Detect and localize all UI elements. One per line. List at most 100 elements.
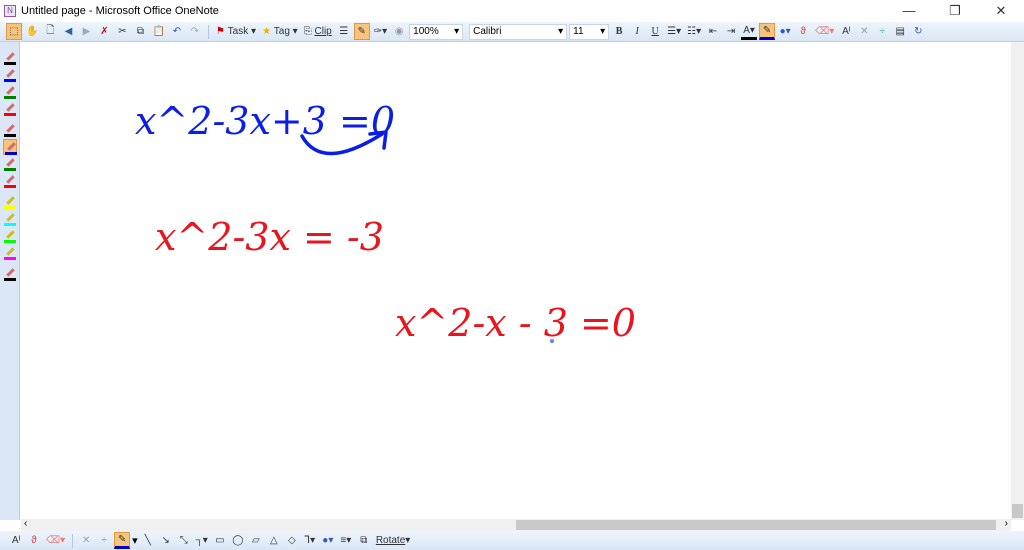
new-page-icon[interactable]: 🗋 — [42, 23, 58, 40]
font-size-select[interactable]: 11 ▾ — [569, 23, 610, 40]
lasso-icon[interactable]: ϑ — [795, 23, 811, 40]
double-arrow-icon[interactable]: ⤡ — [176, 532, 192, 549]
pan-icon[interactable]: ✋ — [24, 23, 40, 40]
vertical-scrollbar[interactable] — [1011, 42, 1024, 520]
bold-button[interactable]: B — [611, 23, 627, 40]
scroll-right-icon[interactable]: › — [1005, 518, 1008, 529]
pen-icon[interactable]: ✎ — [114, 532, 131, 549]
color-bar — [5, 152, 17, 155]
clip-icon: ⎘ — [303, 26, 312, 37]
diamond-icon[interactable]: ◇ — [284, 532, 300, 549]
restore-button[interactable]: ❐ — [932, 0, 978, 22]
minimize-button[interactable]: — — [886, 0, 932, 22]
onenote-icon: N — [4, 5, 16, 17]
back-icon[interactable]: ◀ — [60, 23, 76, 40]
color-icon[interactable]: ●▾ — [320, 532, 336, 549]
scroll-left-icon[interactable]: ‹ — [24, 518, 27, 529]
select-tool-icon[interactable]: ⬚ — [6, 23, 22, 40]
delete-icon[interactable]: ✕ — [78, 532, 94, 549]
highlighter-swatch[interactable] — [3, 245, 17, 261]
horizontal-scrollbar[interactable]: ‹ › — [21, 518, 1011, 531]
horizontal-scroll-thumb[interactable] — [516, 520, 996, 530]
increase-indent-icon[interactable]: ⇥ — [723, 23, 739, 40]
copy-icon[interactable]: ⧉ — [132, 23, 148, 40]
tag-button[interactable]: ★ Tag ▾ — [260, 23, 300, 40]
rotate-icon[interactable]: ↻ — [910, 23, 926, 40]
redo-icon[interactable]: ↷ — [187, 23, 203, 40]
audio-icon[interactable]: ◉ — [391, 23, 407, 40]
highlighter-swatch[interactable] — [3, 194, 17, 210]
font-color-icon[interactable]: A▾ — [741, 23, 758, 40]
color-bar — [4, 185, 16, 188]
color-bar — [4, 206, 16, 209]
arrow-icon[interactable]: ↘ — [158, 532, 174, 549]
numbering-icon[interactable]: ☷▾ — [685, 23, 703, 40]
line-icon[interactable]: ╲ — [140, 532, 156, 549]
highlighter-swatch[interactable] — [3, 228, 17, 244]
pen-icon — [6, 175, 15, 184]
undo-icon[interactable]: ↶ — [169, 23, 185, 40]
pen-swatch[interactable] — [3, 156, 17, 172]
pen-swatch[interactable] — [3, 84, 17, 100]
forward-icon[interactable]: ▶ — [78, 23, 94, 40]
pen-color-icon[interactable]: ✎ — [759, 23, 776, 40]
task-label: Task — [227, 26, 249, 37]
pen-swatch[interactable] — [3, 266, 17, 282]
color-icon[interactable]: ●▾ — [777, 23, 793, 40]
triangle-icon[interactable]: △ — [266, 532, 282, 549]
pen-swatch[interactable] — [3, 122, 17, 138]
note-canvas[interactable]: x^2-3x+3 =0 x^2-3x = -3 x^2-x - 3 =0 — [21, 42, 1011, 518]
font-select[interactable]: Calibri ▾ — [469, 23, 568, 40]
font-value: Calibri — [473, 26, 502, 37]
close-button[interactable]: ✕ — [978, 0, 1024, 22]
underline-button[interactable]: U — [647, 23, 663, 40]
ink-line-2: x^2-3x = -3 — [155, 215, 384, 259]
parallelogram-icon[interactable]: ▱ — [248, 532, 264, 549]
rectangle-icon[interactable]: ▭ — [212, 532, 228, 549]
pen-swatch[interactable] — [3, 101, 17, 117]
page-list-icon[interactable]: ☰ — [336, 23, 352, 40]
pen-swatch[interactable] — [3, 173, 17, 189]
italic-button[interactable]: I — [629, 23, 645, 40]
clip-button[interactable]: ⎘ Clip — [302, 23, 334, 40]
rotate-label: Rotate — [375, 535, 406, 546]
view-icon[interactable]: ▤ — [892, 23, 908, 40]
ink-to-text-icon[interactable]: Aᴵ — [8, 532, 24, 549]
pen-mode-icon[interactable]: ✎ — [353, 23, 370, 40]
ink-line-1: x^2-3x+3 =0 — [135, 99, 395, 143]
pen-swatch[interactable] — [3, 67, 17, 83]
ellipse-icon[interactable]: ◯ — [230, 532, 246, 549]
window-title: Untitled page - Microsoft Office OneNote — [21, 5, 219, 17]
bullets-icon[interactable]: ☰▾ — [665, 23, 683, 40]
color-bar — [4, 134, 16, 137]
delete-icon[interactable]: ✕ — [856, 23, 872, 40]
decrease-indent-icon[interactable]: ⇤ — [705, 23, 721, 40]
pen-swatch[interactable] — [3, 139, 17, 155]
task-button[interactable]: ⚑ Task ▾ — [214, 23, 258, 40]
eraser-icon[interactable]: ⌫▾ — [44, 532, 67, 549]
zoom-value: 100% — [413, 26, 439, 37]
cut-icon[interactable]: ✂ — [114, 23, 130, 40]
highlighter-icon — [6, 213, 15, 222]
pen-swatch[interactable] — [3, 50, 17, 66]
connector-icon[interactable]: ⅂▾ — [302, 532, 318, 549]
rotate-button[interactable]: Rotate ▾ — [374, 532, 413, 549]
pen-palette — [0, 42, 20, 520]
insert-space-icon[interactable]: ÷ — [874, 23, 890, 40]
eraser-icon[interactable]: ⌫▾ — [813, 23, 836, 40]
standard-toolbar: ⬚ ✋ 🗋 ◀ ▶ ✗ ✂ ⧉ 📋 ↶ ↷ ⚑ Task ▾ ★ Tag ▾ ⎘… — [0, 22, 1024, 42]
zoom-select[interactable]: 100% ▾ — [409, 23, 464, 40]
arrange-icon[interactable]: ⧉ — [356, 532, 372, 549]
axis-icon[interactable]: ┐▾ — [194, 532, 210, 549]
color-bar — [4, 278, 16, 281]
delete-page-icon[interactable]: ✗ — [96, 23, 112, 40]
lasso-icon[interactable]: ϑ — [26, 532, 42, 549]
pen-select-icon[interactable]: ✑▾ — [372, 23, 389, 40]
paste-icon[interactable]: 📋 — [150, 23, 166, 40]
line-weight-icon[interactable]: ≡▾ — [338, 532, 354, 549]
highlighter-swatch[interactable] — [3, 211, 17, 227]
font-size-value: 11 — [573, 26, 584, 37]
ink-to-text-icon[interactable]: Aᴵ — [838, 23, 854, 40]
vertical-scroll-thumb[interactable] — [1012, 504, 1023, 518]
insert-space-icon[interactable]: ÷ — [96, 532, 112, 549]
